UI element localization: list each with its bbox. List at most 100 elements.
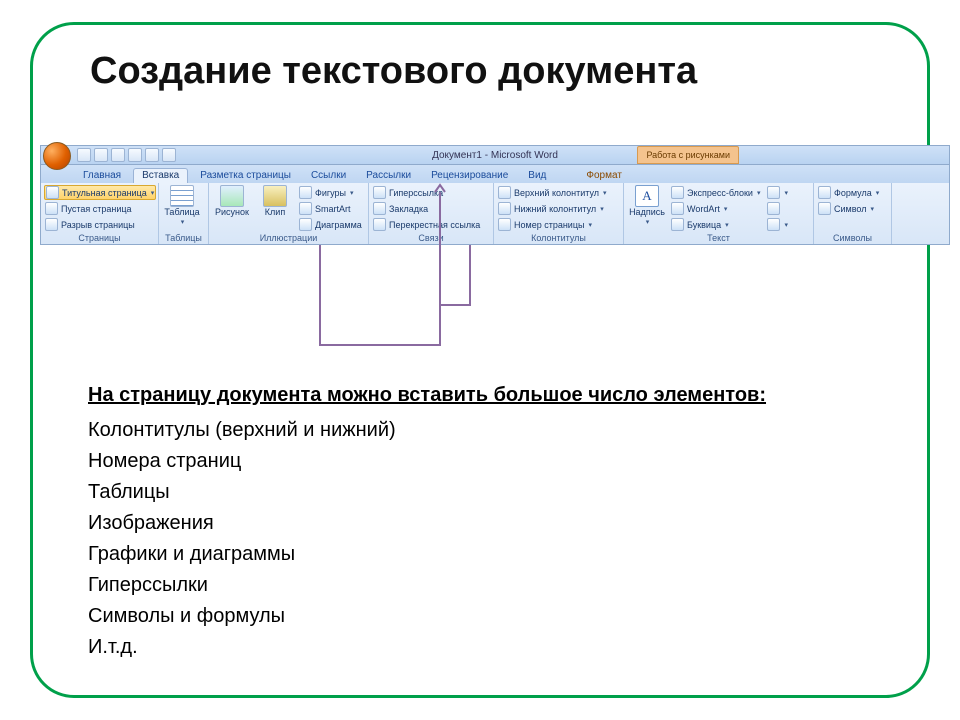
tab-review[interactable]: Рецензирование: [423, 169, 516, 183]
equation-icon: [818, 186, 831, 199]
chevron-down-icon: ▾: [784, 221, 788, 229]
hyperlink-button[interactable]: Гиперссылка: [372, 185, 481, 200]
bookmark-button[interactable]: Закладка: [372, 201, 481, 216]
label: Формула: [834, 188, 872, 198]
table-button[interactable]: Таблица ▾: [162, 185, 202, 226]
footer-button[interactable]: Нижний колонтитул▾: [497, 201, 608, 216]
label: WordArt: [687, 204, 720, 214]
wordart-button[interactable]: WordArt ▾: [670, 201, 761, 216]
chevron-down-icon: ▾: [725, 221, 729, 229]
chevron-down-icon: ▾: [724, 205, 728, 213]
tab-format[interactable]: Формат: [578, 169, 630, 183]
label: Перекрестная ссылка: [389, 220, 480, 230]
chevron-down-icon: ▾: [588, 221, 592, 229]
list-item: Гиперссылки: [88, 570, 766, 601]
list-item: Графики и диаграммы: [88, 539, 766, 570]
group-label: Текст: [627, 232, 810, 243]
chart-icon: [299, 218, 312, 231]
chevron-down-icon: ▾: [870, 205, 874, 213]
textbox-button[interactable]: Надпись ▾: [627, 185, 667, 226]
context-tab-picture-tools[interactable]: Работа с рисунками: [637, 146, 739, 164]
page-number-button[interactable]: Номер страницы▾: [497, 217, 608, 232]
label: Гиперссылка: [389, 188, 443, 198]
crossref-button[interactable]: Перекрестная ссылка: [372, 217, 481, 232]
group-illustrations: Рисунок Клип Фигуры▾ SmartArt Диаграмма …: [209, 183, 369, 244]
blank-page-button[interactable]: Пустая страница: [44, 201, 156, 216]
label: Закладка: [389, 204, 428, 214]
hyperlink-icon: [373, 186, 386, 199]
slide-title: Создание текстового документа: [90, 50, 697, 93]
shapes-button[interactable]: Фигуры▾: [298, 185, 363, 200]
list-item: Колонтитулы (верхний и нижний): [88, 415, 766, 446]
body-text: На страницу документа можно вставить бол…: [88, 380, 766, 663]
chart-button[interactable]: Диаграмма: [298, 217, 363, 232]
label: Нижний колонтитул: [514, 204, 596, 214]
ribbon-body: Титульная страница▾ Пустая страница Разр…: [40, 183, 950, 245]
quickparts-button[interactable]: Экспресс-блоки ▾: [670, 185, 761, 200]
tab-references[interactable]: Ссылки: [303, 169, 354, 183]
crossref-icon: [373, 218, 386, 231]
clipart-button[interactable]: Клип: [255, 185, 295, 217]
wordart-icon: [671, 202, 684, 215]
quickparts-icon: [671, 186, 684, 199]
label: Пустая страница: [61, 204, 132, 214]
label: Клип: [265, 208, 285, 217]
group-label: Колонтитулы: [497, 232, 620, 243]
group-tables: Таблица ▾ Таблицы: [159, 183, 209, 244]
chevron-down-icon: ▾: [181, 218, 185, 226]
smartart-icon: [299, 202, 312, 215]
dropcap-icon: [671, 218, 684, 231]
text-misc-button[interactable]: ▾: [766, 217, 789, 232]
list-item: Таблицы: [88, 477, 766, 508]
label: Таблица: [164, 208, 199, 217]
tab-mailings[interactable]: Рассылки: [358, 169, 419, 183]
table-icon: [170, 185, 194, 207]
cover-page-button[interactable]: Титульная страница▾: [44, 185, 156, 200]
tab-insert[interactable]: Вставка: [133, 168, 188, 183]
header-button[interactable]: Верхний колонтитул ▾: [497, 185, 608, 200]
equation-button[interactable]: Формула▾: [817, 185, 880, 200]
titlebar: Документ1 - Microsoft Word Работа с рису…: [40, 145, 950, 165]
group-label: Страницы: [44, 232, 155, 243]
smartart-button[interactable]: SmartArt: [298, 201, 363, 216]
cover-page-icon: [46, 186, 59, 199]
word-ribbon: Документ1 - Microsoft Word Работа с рису…: [40, 145, 950, 245]
office-button[interactable]: [43, 142, 71, 170]
list-item: И.т.д.: [88, 632, 766, 663]
shapes-icon: [299, 186, 312, 199]
list-item: Символы и формулы: [88, 601, 766, 632]
label: Буквица: [687, 220, 721, 230]
chevron-down-icon: ▾: [603, 189, 607, 197]
page-break-button[interactable]: Разрыв страницы: [44, 217, 156, 232]
label: SmartArt: [315, 204, 351, 214]
tab-home[interactable]: Главная: [75, 169, 129, 183]
picture-button[interactable]: Рисунок: [212, 185, 252, 217]
group-pages: Титульная страница▾ Пустая страница Разр…: [41, 183, 159, 244]
page-break-icon: [45, 218, 58, 231]
group-label: Связи: [372, 232, 490, 243]
tab-layout[interactable]: Разметка страницы: [192, 169, 299, 183]
picture-icon: [220, 185, 244, 207]
group-text: Надпись ▾ Экспресс-блоки ▾ WordArt ▾ Букви…: [624, 183, 814, 244]
clipart-icon: [263, 185, 287, 207]
datetime-icon: [767, 202, 780, 215]
label: Верхний колонтитул: [514, 188, 599, 198]
label: Экспресс-блоки: [687, 188, 753, 198]
intro-line: На страницу документа можно вставить бол…: [88, 380, 766, 411]
chevron-down-icon: ▾: [757, 189, 761, 197]
symbol-button[interactable]: Символ ▾: [817, 201, 880, 216]
text-misc-button[interactable]: [766, 201, 789, 216]
dropcap-button[interactable]: Буквица ▾: [670, 217, 761, 232]
blank-page-icon: [45, 202, 58, 215]
text-misc-button[interactable]: ▾: [766, 185, 789, 200]
group-label: Символы: [817, 232, 888, 243]
chevron-down-icon: ▾: [151, 189, 155, 197]
ribbon-tabs: Главная Вставка Разметка страницы Ссылки…: [40, 165, 950, 183]
group-label: Иллюстрации: [212, 232, 365, 243]
textbox-icon: [635, 185, 659, 207]
tab-view[interactable]: Вид: [520, 169, 554, 183]
chevron-down-icon: ▾: [646, 218, 650, 226]
group-links: Гиперссылка Закладка Перекрестная ссылка…: [369, 183, 494, 244]
label: Символ: [834, 204, 866, 214]
bookmark-icon: [373, 202, 386, 215]
